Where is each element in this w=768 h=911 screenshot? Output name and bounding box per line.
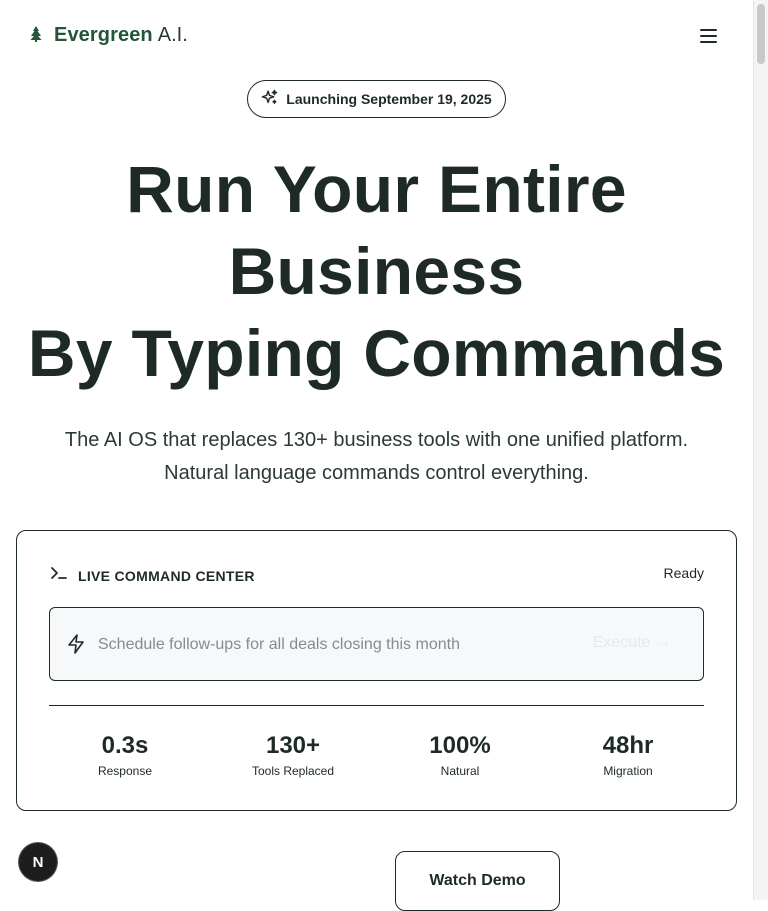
stat-tools-replaced: 130+ Tools Replaced [213, 729, 373, 778]
stats-divider [49, 705, 704, 706]
launch-badge: Launching September 19, 2025 [247, 80, 506, 118]
subtitle-line-2: Natural language commands control everyt… [164, 462, 589, 484]
stat-label: Migration [603, 764, 653, 778]
hero-line-2: Business [228, 234, 525, 308]
hero-headline: Run Your Entire Business By Typing Comma… [0, 148, 753, 394]
hero-line-1: Run Your Entire [126, 152, 627, 226]
terminal-icon [50, 565, 68, 586]
subtitle-line-1: The AI OS that replaces 130+ business to… [64, 429, 689, 451]
command-center-title: LIVE COMMAND CENTER [78, 567, 255, 584]
hamburger-menu-icon[interactable] [696, 24, 722, 48]
sparkles-icon [261, 89, 278, 109]
stat-value: 100% [429, 732, 491, 759]
stat-value: 48hr [602, 732, 654, 759]
lightning-icon [66, 633, 86, 660]
hero-subtitle: The AI OS that replaces 130+ business to… [0, 424, 753, 490]
brand-suffix: A.I. [157, 24, 188, 46]
execute-button[interactable]: Execute → [593, 634, 671, 652]
tree-icon [28, 24, 44, 47]
brand-logo[interactable]: Evergreen A.I. [28, 24, 188, 47]
brand-name: Evergreen [54, 24, 153, 46]
stat-natural: 100% Natural [380, 729, 540, 778]
command-input-box[interactable]: Execute → [49, 607, 704, 681]
command-input[interactable] [96, 630, 570, 660]
hero-line-3: By Typing Commands [27, 316, 726, 390]
command-center-card: LIVE COMMAND CENTER Ready Execute → 0.3s… [16, 530, 737, 811]
status-text: Ready [663, 565, 704, 581]
command-center-header: LIVE COMMAND CENTER [50, 565, 255, 586]
page-scrollbar[interactable] [753, 0, 768, 900]
stat-response: 0.3s Response [45, 729, 205, 778]
stat-value: 130+ [265, 732, 321, 759]
launch-badge-label: Launching September 19, 2025 [286, 91, 492, 107]
stat-value: 0.3s [101, 732, 149, 759]
watch-demo-button[interactable]: Watch Demo [395, 851, 560, 911]
stat-label: Response [97, 764, 153, 778]
dev-tools-badge[interactable]: N [19, 843, 57, 881]
stat-label: Natural [440, 764, 480, 778]
stat-label: Tools Replaced [251, 764, 335, 778]
stat-migration: 48hr Migration [548, 729, 708, 778]
scrollbar-thumb[interactable] [757, 4, 765, 64]
